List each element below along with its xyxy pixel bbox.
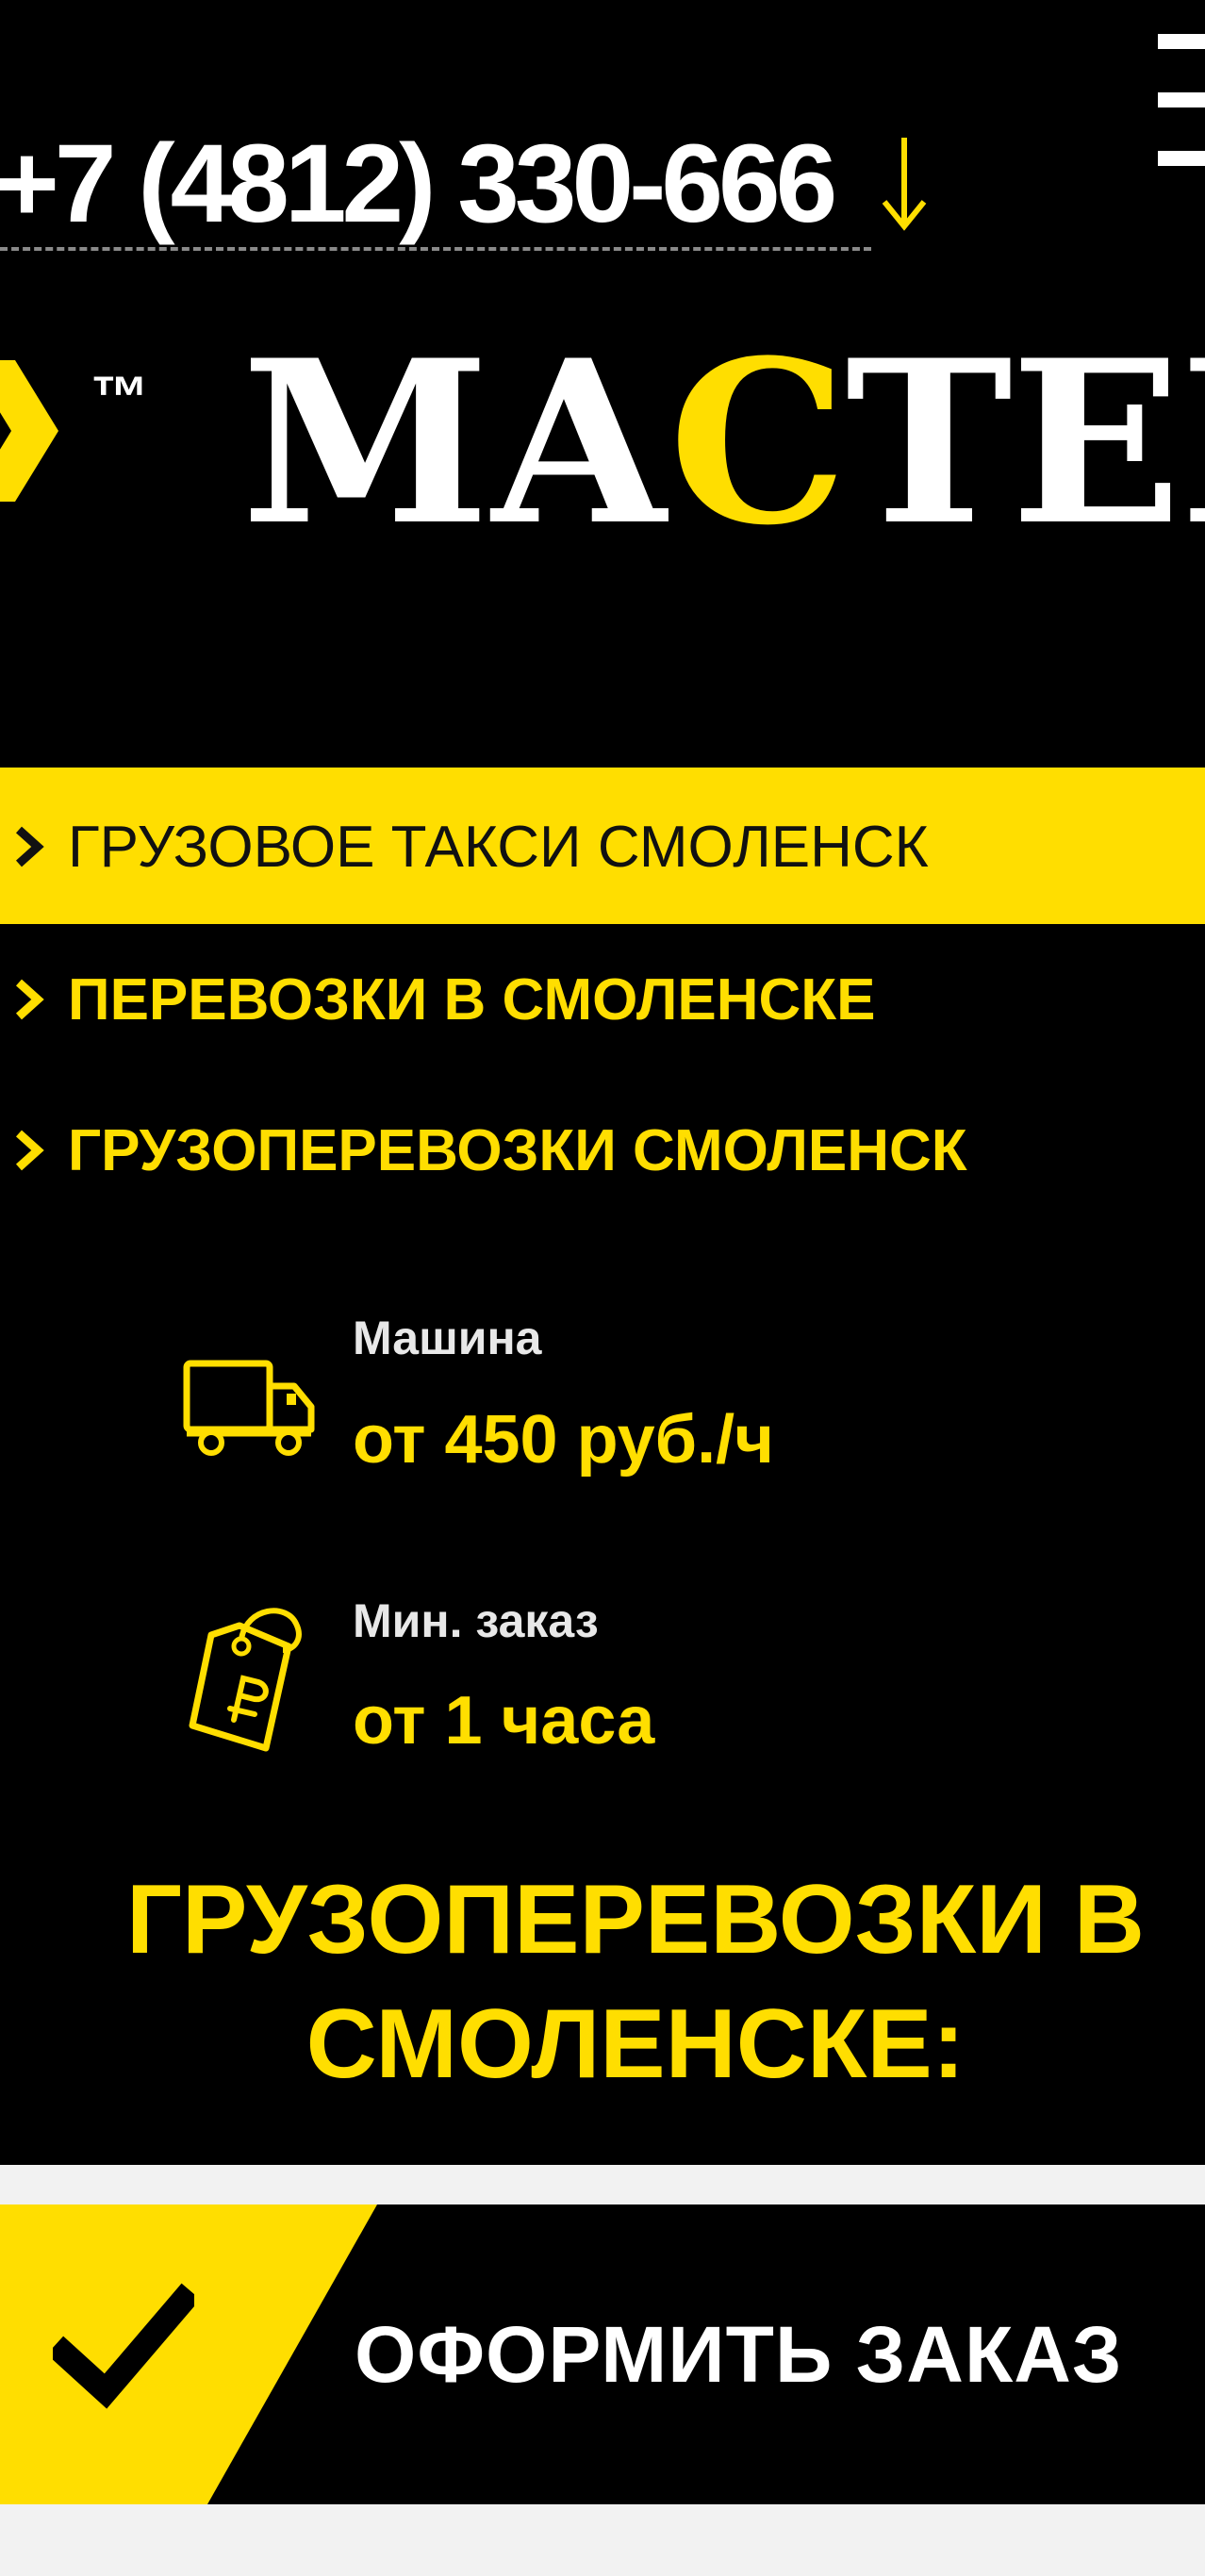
logo-chevron-icon (0, 360, 58, 502)
stat-vehicle-label: Машина (353, 1312, 542, 1364)
trademark-symbol: ™ (91, 365, 149, 430)
chevron-right-icon (15, 979, 44, 1020)
logo-wordmark[interactable]: МАСТЕР (241, 332, 1205, 556)
price-tag-ruble-icon (189, 1608, 302, 1752)
order-button[interactable]: ОФОРМИТЬ ЗАКАЗ (0, 2204, 1205, 2504)
phone-link[interactable]: +7 (4812) 330-666 (0, 113, 837, 255)
logo-text-accent: С (669, 312, 847, 575)
logo-text-part1: МА (241, 312, 670, 575)
chevron-right-icon (15, 826, 44, 867)
nav-item-label: ГРУЗОВОЕ ТАКСИ СМОЛЕНСК (68, 814, 929, 880)
stat-min-order-value: от 1 часа (353, 1683, 655, 1759)
nav-item-transport[interactable]: ПЕРЕВОЗКИ В СМОЛЕНСКЕ (0, 924, 875, 1075)
logo-text-part2: ТЕР (845, 312, 1205, 575)
order-separator (0, 2165, 1205, 2204)
hamburger-menu-icon[interactable] (1158, 34, 1205, 168)
chevron-right-icon (15, 1130, 44, 1171)
order-button-label: ОФОРМИТЬ ЗАКАЗ (355, 2309, 1123, 2399)
nav-item-label: ПЕРЕВОЗКИ В СМОЛЕНСКЕ (68, 966, 876, 1032)
checkmark-icon (53, 2283, 194, 2409)
heading-line-2: СМОЛЕНСКЕ: (305, 1990, 966, 2099)
arrow-down-icon[interactable] (877, 132, 932, 236)
page: +7 (4812) 330-666 ™ МАСТЕР ГРУЗОВОЕ ТАКС… (0, 0, 1205, 2576)
stat-vehicle-value: от 450 руб./ч (353, 1402, 774, 1478)
nav-item-label: ГРУЗОПЕРЕВОЗКИ СМОЛЕНСК (68, 1117, 967, 1183)
heading-line-1: ГРУЗОПЕРЕВОЗКИ В (126, 1865, 1145, 1974)
page-heading: ГРУЗОПЕРЕВОЗКИ В СМОЛЕНСКЕ: (0, 1858, 1205, 2106)
nav-item-cargo-taxi[interactable]: ГРУЗОВОЕ ТАКСИ СМОЛЕНСК (0, 771, 929, 922)
stat-min-order-label: Мин. заказ (353, 1594, 599, 1647)
footer-strip (0, 2504, 1205, 2576)
truck-icon (183, 1360, 315, 1456)
nav-item-freight[interactable]: ГРУЗОПЕРЕВОЗКИ СМОЛЕНСК (0, 1075, 967, 1226)
phone-underline (0, 247, 871, 251)
